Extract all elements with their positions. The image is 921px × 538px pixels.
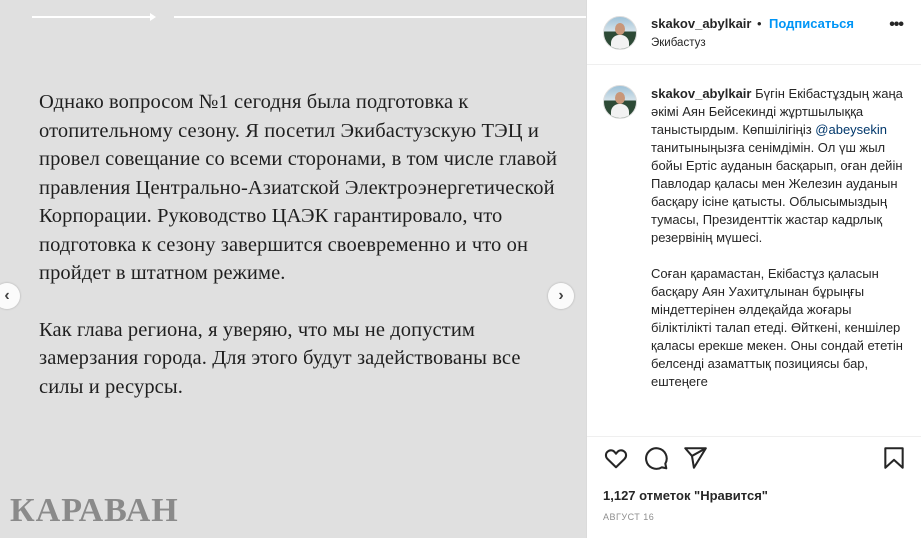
slide-paragraph-2: Как глава региона, я уверяю, что мы не д… [39, 318, 521, 398]
bookmark-icon[interactable] [881, 445, 907, 471]
caption-text: skakov_abylkair Бүгін Екібастұздың жаңа … [651, 85, 909, 409]
instagram-post-view: Однако вопросом №1 сегодня была подготов… [0, 0, 921, 538]
watermark-logo: КАРАВАН [10, 492, 179, 529]
more-options-button[interactable]: ••• [889, 16, 904, 34]
username-link[interactable]: skakov_abylkair [651, 16, 751, 31]
caption-text-b: танитыныңызға сенімдімін. Ол үш жыл бойы… [651, 140, 903, 245]
chevron-left-icon: ‹ [4, 287, 10, 304]
carousel-prev-button[interactable]: ‹ [0, 283, 20, 309]
comment-icon[interactable] [643, 445, 669, 471]
progress-segment-2 [174, 16, 586, 18]
carousel-progress [32, 13, 586, 21]
location-link[interactable]: Экибастуз [651, 37, 706, 49]
caption-paragraph-1: skakov_abylkair Бүгін Екібастұздың жаңа … [651, 85, 909, 247]
progress-arrowhead [150, 13, 156, 21]
chevron-right-icon: › [558, 287, 564, 304]
more-horizontal-icon: ••• [889, 16, 904, 33]
post-header: skakov_abylkair • Подписаться Экибастуз … [587, 0, 921, 65]
post-sidebar: skakov_abylkair • Подписаться Экибастуз … [586, 0, 921, 538]
heart-icon[interactable] [603, 445, 629, 471]
slide-text: Однако вопросом №1 сегодня была подготов… [39, 88, 559, 429]
separator-dot: • [757, 16, 762, 31]
caption-paragraph-2: Соған қарамастан, Екібастұз қаласын басқ… [651, 266, 903, 389]
slide-paragraph-1: Однако вопросом №1 сегодня была подготов… [39, 91, 558, 284]
caption-username[interactable]: skakov_abylkair [651, 86, 751, 101]
share-icon[interactable] [682, 445, 708, 471]
likes-count[interactable]: 1,127 отметок "Нравится" [603, 488, 768, 503]
progress-segment-1 [32, 16, 152, 18]
caption-area[interactable]: skakov_abylkair Бүгін Екібастұздың жаңа … [587, 65, 921, 435]
avatar[interactable] [603, 16, 637, 50]
follow-button[interactable]: Подписаться [769, 16, 854, 31]
post-date[interactable]: АВГУСТ 16 [603, 512, 654, 522]
mention-link[interactable]: @abeysekin [815, 122, 887, 137]
caption-avatar[interactable] [603, 85, 637, 119]
action-bar [587, 436, 921, 481]
carousel-next-button[interactable]: › [548, 283, 574, 309]
post-image-slide: Однако вопросом №1 сегодня была подготов… [0, 0, 586, 538]
